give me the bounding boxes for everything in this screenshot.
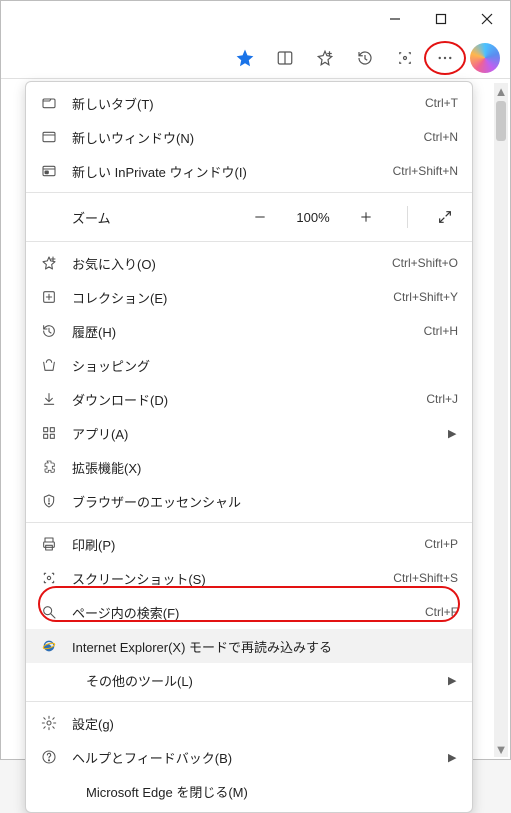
menu-separator [26, 522, 472, 523]
history-icon[interactable] [346, 41, 384, 75]
ie-icon [40, 638, 58, 654]
download-icon [40, 391, 58, 407]
scrollbar[interactable]: ▲ ▼ [494, 83, 508, 757]
menu-item-shortcut: Ctrl+Shift+S [393, 571, 458, 585]
find-icon [40, 604, 58, 620]
menu-item[interactable]: コレクション(E) Ctrl+Shift+Y [26, 280, 472, 314]
menu-item[interactable]: ダウンロード(D) Ctrl+J [26, 382, 472, 416]
screenshot-icon [40, 570, 58, 586]
menu-item-label: その他のツール(L) [86, 671, 428, 690]
menu-item-label: コレクション(E) [72, 288, 379, 307]
overflow-menu: 新しいタブ(T) Ctrl+T 新しいウィンドウ(N) Ctrl+N 新しい I… [25, 81, 473, 813]
tab-icon [40, 95, 58, 111]
titlebar [1, 1, 510, 37]
browser-window: ▲ ▼ 新しいタブ(T) Ctrl+T 新しいウィンドウ(N) Ctrl+N 新… [0, 0, 511, 760]
more-button[interactable] [426, 41, 464, 75]
minimize-button[interactable] [372, 1, 418, 37]
menu-item-label: 拡張機能(X) [72, 458, 458, 477]
menu-item-shortcut: Ctrl+F [425, 605, 458, 619]
menu-item-label: ブラウザーのエッセンシャル [72, 492, 458, 511]
star-icon [40, 255, 58, 271]
maximize-button[interactable] [418, 1, 464, 37]
menu-item-label: Microsoft Edge を閉じる(M) [86, 782, 458, 801]
fullscreen-button[interactable] [432, 204, 458, 230]
apps-icon [40, 425, 58, 441]
menu-item-label: ページ内の検索(F) [72, 603, 411, 622]
extensions-icon [40, 459, 58, 475]
menu-item-shortcut: Ctrl+P [424, 537, 458, 551]
web-capture-icon[interactable] [386, 41, 424, 75]
menu-item-label: 新しい InPrivate ウィンドウ(I) [72, 162, 379, 181]
menu-item[interactable]: 新しいウィンドウ(N) Ctrl+N [26, 120, 472, 154]
zoom-label: ズーム [72, 208, 247, 227]
print-icon [40, 536, 58, 552]
menu-item[interactable]: ブラウザーのエッセンシャル [26, 484, 472, 518]
menu-item[interactable]: 設定(g) [26, 706, 472, 740]
menu-item[interactable]: 履歴(H) Ctrl+H [26, 314, 472, 348]
collections-icon [40, 289, 58, 305]
menu-item[interactable]: ページ内の検索(F) Ctrl+F [26, 595, 472, 629]
menu-item[interactable]: ショッピング [26, 348, 472, 382]
menu-item-label: 設定(g) [72, 714, 458, 733]
shopping-icon [40, 357, 58, 373]
menu-item-label: 新しいウィンドウ(N) [72, 128, 410, 147]
menu-item[interactable]: 新しいタブ(T) Ctrl+T [26, 86, 472, 120]
zoom-row: ズーム 100% [26, 197, 472, 237]
menu-item[interactable]: Microsoft Edge を閉じる(M) [26, 774, 472, 808]
favorite-star-icon[interactable] [226, 41, 264, 75]
help-icon [40, 749, 58, 765]
menu-separator [26, 192, 472, 193]
copilot-button[interactable] [466, 41, 504, 75]
submenu-arrow-icon: ▶ [448, 674, 458, 687]
menu-item-shortcut: Ctrl+Shift+O [392, 256, 458, 270]
menu-item[interactable]: アプリ(A) ▶ [26, 416, 472, 450]
scroll-thumb[interactable] [496, 101, 506, 141]
menu-item-label: アプリ(A) [72, 424, 428, 443]
menu-item[interactable]: ヘルプとフィードバック(B) ▶ [26, 740, 472, 774]
menu-item-label: スクリーンショット(S) [72, 569, 379, 588]
menu-item-label: ショッピング [72, 356, 458, 375]
zoom-in-button[interactable] [353, 204, 379, 230]
close-button[interactable] [464, 1, 510, 37]
menu-item[interactable]: 拡張機能(X) [26, 450, 472, 484]
menu-item[interactable]: 印刷(P) Ctrl+P [26, 527, 472, 561]
menu-item-shortcut: Ctrl+H [424, 324, 458, 338]
essentials-icon [40, 493, 58, 509]
scroll-up-icon[interactable]: ▲ [494, 83, 508, 99]
settings-icon [40, 715, 58, 731]
menu-item-label: 新しいタブ(T) [72, 94, 411, 113]
split-screen-icon[interactable] [266, 41, 304, 75]
menu-item-label: 履歴(H) [72, 322, 410, 341]
menu-item[interactable]: お気に入り(O) Ctrl+Shift+O [26, 246, 472, 280]
menu-separator [26, 701, 472, 702]
menu-item[interactable]: 新しい InPrivate ウィンドウ(I) Ctrl+Shift+N [26, 154, 472, 188]
toolbar [1, 37, 510, 79]
submenu-arrow-icon: ▶ [448, 427, 458, 440]
scroll-down-icon[interactable]: ▼ [494, 741, 508, 757]
menu-item-label: お気に入り(O) [72, 254, 378, 273]
menu-item[interactable]: スクリーンショット(S) Ctrl+Shift+S [26, 561, 472, 595]
menu-separator [26, 241, 472, 242]
menu-item-shortcut: Ctrl+Shift+Y [393, 290, 458, 304]
add-favorite-icon[interactable] [306, 41, 344, 75]
submenu-arrow-icon: ▶ [448, 751, 458, 764]
menu-item[interactable]: Internet Explorer(X) モードで再読み込みする [26, 629, 472, 663]
menu-item-label: ヘルプとフィードバック(B) [72, 748, 428, 767]
menu-item-shortcut: Ctrl+J [426, 392, 458, 406]
copilot-icon [470, 43, 500, 73]
history-icon [40, 323, 58, 339]
window-icon [40, 129, 58, 145]
menu-item-shortcut: Ctrl+T [425, 96, 458, 110]
menu-item-label: 印刷(P) [72, 535, 410, 554]
menu-item[interactable]: その他のツール(L) ▶ [26, 663, 472, 697]
menu-item-label: Internet Explorer(X) モードで再読み込みする [72, 637, 458, 656]
zoom-value: 100% [291, 210, 335, 225]
menu-item-label: ダウンロード(D) [72, 390, 412, 409]
menu-item-shortcut: Ctrl+Shift+N [393, 164, 458, 178]
menu-item-shortcut: Ctrl+N [424, 130, 458, 144]
zoom-out-button[interactable] [247, 204, 273, 230]
inprivate-icon [40, 163, 58, 179]
